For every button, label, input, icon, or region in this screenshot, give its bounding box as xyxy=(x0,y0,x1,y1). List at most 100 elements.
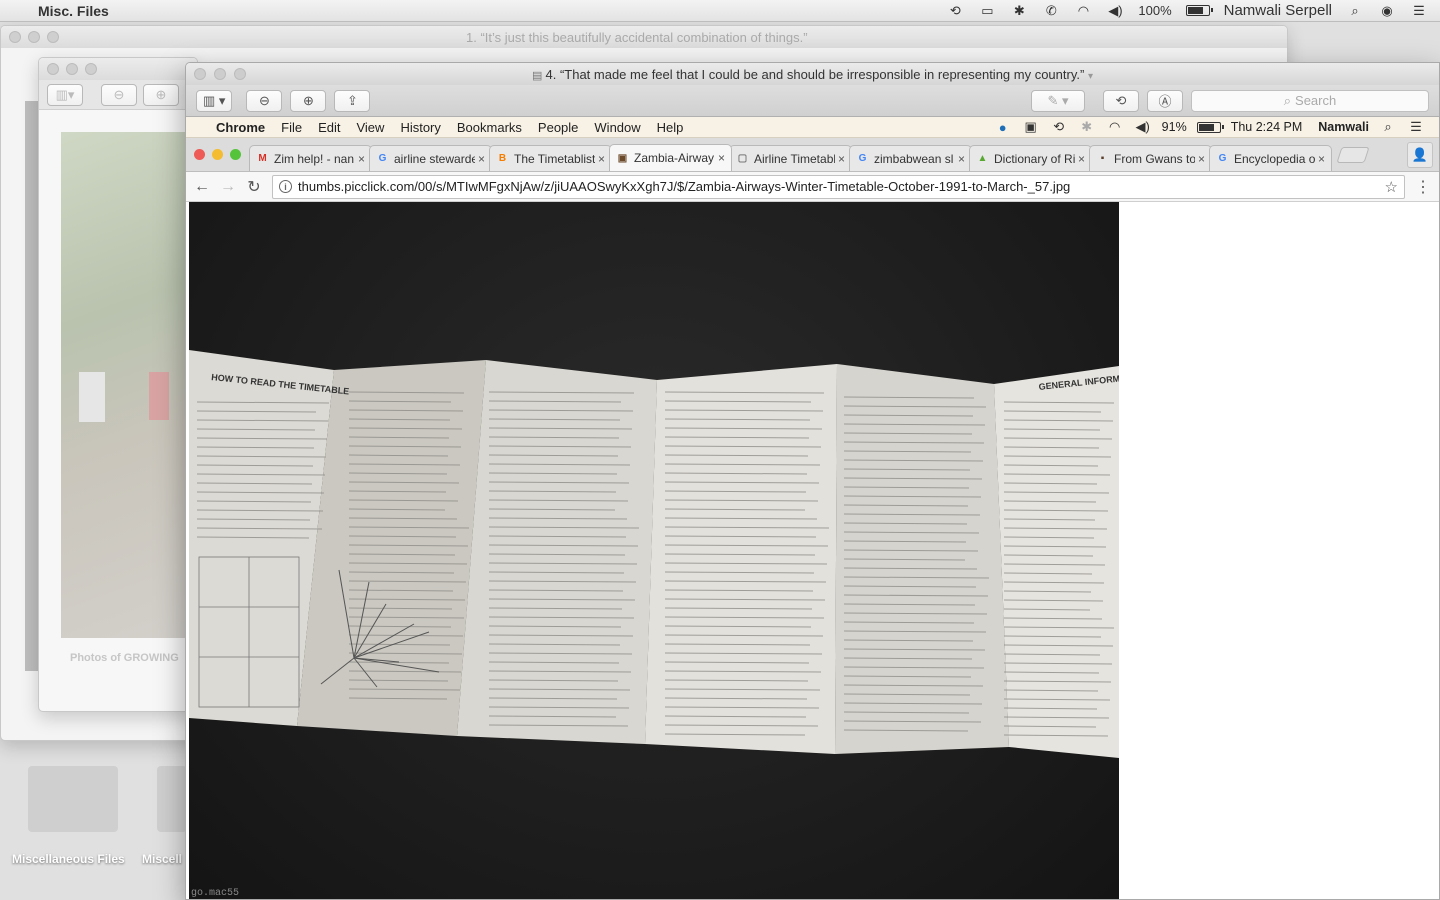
tab-close-icon[interactable]: × xyxy=(718,151,725,165)
volume-icon[interactable]: ◀) xyxy=(1106,3,1124,19)
background-window-middle[interactable]: ▥▾ ⊖ ⊕ Photos of GROWING xyxy=(38,57,198,712)
notification-center-icon[interactable]: ☰ xyxy=(1410,3,1428,19)
spotlight-search-icon[interactable]: ⌕ xyxy=(1379,119,1397,135)
inner-clock[interactable]: Thu 2:24 PM xyxy=(1231,120,1303,134)
bluetooth-icon[interactable]: ✱ xyxy=(1078,119,1096,135)
tab-close-icon[interactable]: × xyxy=(1198,152,1205,166)
window-minimize-button[interactable] xyxy=(214,68,226,80)
window-zoom-button[interactable] xyxy=(85,63,97,75)
menu-window[interactable]: Window xyxy=(594,120,640,135)
menu-file[interactable]: File xyxy=(281,120,302,135)
url-text[interactable]: thumbs.picclick.com/00/s/MTIwMFgxNjAw/z/… xyxy=(298,179,1070,194)
sidebar-toggle-icon[interactable]: ▥▾ xyxy=(47,83,83,106)
person-icon: 👤 xyxy=(1411,146,1429,162)
preview-titlebar: ▤ 4. “That made me feel that I could be … xyxy=(186,63,1439,85)
tab[interactable]: ▲ Dictionary of Ri × xyxy=(969,145,1092,171)
markup-pen-button[interactable]: ✎ ▾ xyxy=(1031,89,1085,112)
wifi-icon[interactable]: ◠ xyxy=(1074,3,1092,19)
time-machine-icon[interactable]: ⟲ xyxy=(1050,119,1068,135)
menu-bookmarks[interactable]: Bookmarks xyxy=(457,120,522,135)
tab[interactable]: G Encyclopedia o × xyxy=(1209,145,1332,171)
tab-close-icon[interactable]: × xyxy=(958,152,965,166)
share-button[interactable]: ⇪ xyxy=(334,89,371,112)
profile-button[interactable]: 👤 xyxy=(1407,141,1433,168)
tab[interactable]: Gzimbabwean sl × xyxy=(849,145,972,171)
phone-icon[interactable]: ✆ xyxy=(1042,3,1060,19)
window-zoom-button[interactable] xyxy=(234,68,246,80)
battery-icon[interactable] xyxy=(1185,5,1213,16)
zoom-out-icon[interactable]: ⊖ xyxy=(101,83,137,106)
os-user-name[interactable]: Namwali Serpell xyxy=(1224,2,1332,19)
folder-icon[interactable] xyxy=(28,766,118,832)
siri-icon[interactable]: ◉ xyxy=(1378,3,1396,19)
pen-icon: ✎ ▾ xyxy=(1047,92,1069,108)
window-minimize-button[interactable] xyxy=(66,63,78,75)
site-info-icon[interactable]: i xyxy=(279,180,292,193)
desktop-folder-label[interactable]: Miscellaneous Files xyxy=(12,852,125,866)
rotate-button[interactable]: ⟲ xyxy=(1103,89,1139,112)
tab-close-icon[interactable]: × xyxy=(358,152,365,166)
tab-close-icon[interactable]: × xyxy=(1318,152,1325,166)
window-minimize-button[interactable] xyxy=(28,31,40,43)
tab-favicon-icon: B xyxy=(498,153,507,164)
window-close-button[interactable] xyxy=(9,31,21,43)
menu-view[interactable]: View xyxy=(356,120,384,135)
title-chevron-icon[interactable]: ▾ xyxy=(1088,71,1093,82)
bookmark-status-icon[interactable]: ▣ xyxy=(1022,119,1040,135)
tab-close-icon[interactable]: × xyxy=(598,152,605,166)
app-status-icon[interactable]: ● xyxy=(994,119,1012,135)
tabs-container: M Zim help! - nan × Gairline stewarde × B The … xyxy=(249,144,1332,171)
window-close-button[interactable] xyxy=(47,63,59,75)
zoom-in-button[interactable]: ⊕ xyxy=(290,89,327,112)
reload-button[interactable]: ↻ xyxy=(246,177,262,197)
omnibox[interactable]: i thumbs.picclick.com/00/s/MTIwMFgxNjAw/… xyxy=(272,174,1405,199)
notification-center-icon[interactable]: ☰ xyxy=(1407,119,1425,135)
tab[interactable]: ▪ From Gwans to × xyxy=(1089,145,1212,171)
tab-close-icon[interactable]: × xyxy=(838,152,845,166)
chrome-zoom-button[interactable] xyxy=(230,149,241,160)
photo-thumbnail[interactable] xyxy=(61,132,197,638)
desktop-folder-label[interactable]: Miscell xyxy=(142,852,182,866)
chrome-minimize-button[interactable] xyxy=(212,149,223,160)
tab-close-icon[interactable]: × xyxy=(478,152,485,166)
zoom-in-icon[interactable]: ⊕ xyxy=(143,83,179,106)
markup-toolbar-button[interactable]: Ⓐ xyxy=(1147,89,1183,112)
bookmark-star-icon[interactable]: ☆ xyxy=(1385,178,1398,196)
os-app-name[interactable]: Misc. Files xyxy=(38,3,109,19)
forward-button[interactable]: → xyxy=(220,178,236,196)
sidebar-toggle-button[interactable]: ▥ ▾ xyxy=(196,89,233,112)
search-field[interactable]: ⌕ Search xyxy=(1191,89,1429,112)
folder-icon[interactable] xyxy=(157,766,187,832)
bluetooth-icon[interactable]: ✱ xyxy=(1010,3,1028,19)
chrome-close-button[interactable] xyxy=(194,149,205,160)
tab[interactable]: ▣ Zambia-Airway × xyxy=(609,144,732,171)
spotlight-search-icon[interactable]: ⌕ xyxy=(1346,3,1364,19)
tab[interactable]: M Zim help! - nan × xyxy=(249,145,372,171)
tab[interactable]: ▢ Airline Timetabl × xyxy=(729,145,852,171)
preview-window[interactable]: ▤ 4. “That made me feel that I could be … xyxy=(185,62,1440,900)
timetable-photo[interactable]: HOW TO READ THE TIMETABLE GENERAL INFORM… xyxy=(189,202,1119,899)
menu-help[interactable]: Help xyxy=(657,120,684,135)
inner-app-name[interactable]: Chrome xyxy=(216,120,265,135)
back-button[interactable]: ← xyxy=(194,178,210,196)
sidebar-icon: ▥ ▾ xyxy=(203,92,226,108)
preview-window-title[interactable]: 4. “That made me feel that I could be an… xyxy=(545,67,1084,82)
menu-edit[interactable]: Edit xyxy=(318,120,340,135)
inner-user-name[interactable]: Namwali xyxy=(1318,120,1369,134)
time-machine-icon[interactable]: ⟲ xyxy=(946,3,964,19)
volume-icon[interactable]: ◀) xyxy=(1134,119,1152,135)
wifi-icon[interactable]: ◠ xyxy=(1106,119,1124,135)
battery-icon[interactable] xyxy=(1196,121,1224,133)
tab[interactable]: Gairline stewarde × xyxy=(369,145,492,171)
chrome-menu-button[interactable]: ⋮ xyxy=(1415,177,1431,197)
os-status-area: ⟲ ▭ ✱ ✆ ◠ ◀) 100% Namwali Serpell ⌕ ◉ ☰ xyxy=(946,2,1428,19)
menu-history[interactable]: History xyxy=(400,120,440,135)
window-zoom-button[interactable] xyxy=(47,31,59,43)
new-tab-button[interactable] xyxy=(1336,146,1370,163)
window-close-button[interactable] xyxy=(194,68,206,80)
airplay-icon[interactable]: ▭ xyxy=(978,3,996,19)
zoom-out-button[interactable]: ⊖ xyxy=(246,89,283,112)
menu-people[interactable]: People xyxy=(538,120,578,135)
tab-close-icon[interactable]: × xyxy=(1078,152,1085,166)
tab[interactable]: B The Timetablist × xyxy=(489,145,612,171)
